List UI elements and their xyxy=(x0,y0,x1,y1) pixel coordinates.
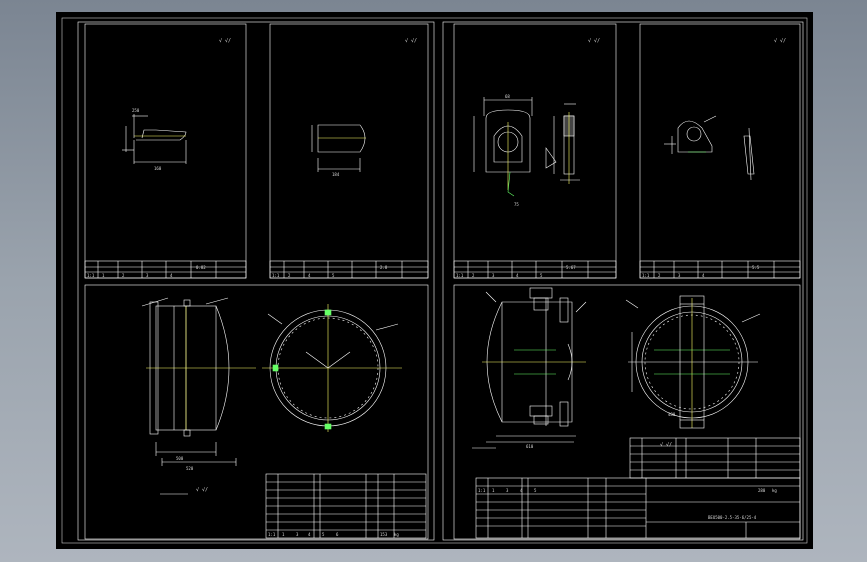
sheet-6-row-2: 3 xyxy=(506,488,509,493)
sheet-4-weight: 5.5 xyxy=(752,265,760,270)
sheet-1-row-0: 1:1 xyxy=(87,273,95,278)
sheet-3-row-4: 5 xyxy=(540,273,543,278)
sheet-5-row-5: 6 xyxy=(336,532,339,537)
sheet-3-row-0: 1:1 xyxy=(456,273,464,278)
sheet-1 xyxy=(84,23,247,279)
sheet-5-row-3: 4 xyxy=(308,532,311,537)
sheet-3-row-3: 4 xyxy=(516,273,519,278)
sheet-6-row-1: 1 xyxy=(492,488,495,493)
sheet-1-row-4: 4 xyxy=(170,273,173,278)
sheet-5 xyxy=(84,284,429,540)
dim-610: 610 xyxy=(526,444,534,449)
outer-frame xyxy=(61,17,808,544)
dim-184: 184 xyxy=(332,172,340,177)
sheet-2-weight: 2.8 xyxy=(380,265,388,270)
sheet-1-scale: √ √/ xyxy=(219,38,231,44)
sheet-5-weight: 153 xyxy=(380,532,388,537)
sheet-2-row-2: 4 xyxy=(308,273,311,278)
sheet-6-scale: √ √/ xyxy=(660,442,672,448)
dim-68: 68 xyxy=(505,94,510,99)
sheet-2-row-3: 5 xyxy=(332,273,335,278)
sheet-1-row-3: 3 xyxy=(146,273,149,278)
sheet-6-row-0: 1:1 xyxy=(478,488,486,493)
left-sheet-frame xyxy=(77,21,435,541)
dim-250: 250 xyxy=(132,108,140,113)
cad-drawing: √ √/ √ √/ √ √/ √ √/ 250 160 184 68 480 5… xyxy=(61,17,808,544)
sheet-1-weight: 0.82 xyxy=(196,265,206,270)
sheet-1-row-1: 1 xyxy=(102,273,105,278)
sheet-4-row-1: 2 xyxy=(658,273,661,278)
sheet-3 xyxy=(453,23,617,279)
sheet-2 xyxy=(269,23,429,279)
sheet-6-title: BEU500-2.5-35-6/25-4 xyxy=(708,515,757,520)
sheet-3-scale: √ √/ xyxy=(588,38,600,44)
dim-500: 500 xyxy=(176,456,184,461)
sheet-5-row-1: 1 xyxy=(282,532,285,537)
sheet-6 xyxy=(453,284,801,540)
sheet-4-row-0: 1:1 xyxy=(642,273,650,278)
sheet-5-row-4: 5 xyxy=(322,532,325,537)
drawing-canvas[interactable]: √ √/ √ √/ √ √/ √ √/ 250 160 184 68 480 5… xyxy=(56,12,813,549)
sheet-2-row-1: 2 xyxy=(288,273,291,278)
sheet-6-unit: kg xyxy=(772,488,777,493)
sheet-1-row-2: 2 xyxy=(122,273,125,278)
sheet-5-row-2: 3 xyxy=(296,532,299,537)
sheet-5-row-0: 1:1 xyxy=(268,532,276,537)
sheet-3-weight: 5.67 xyxy=(566,265,576,270)
sheet-6-row-4: 5 xyxy=(534,488,537,493)
sheet-5-unit: kg xyxy=(394,532,399,537)
sheet-4 xyxy=(639,23,801,279)
dim-160: 160 xyxy=(154,166,162,171)
dim-75: 75 xyxy=(514,202,519,207)
sheet-6-weight: 280 xyxy=(758,488,766,493)
sheet-3-row-2: 3 xyxy=(492,273,495,278)
sheet-2-scale: √ √/ xyxy=(405,38,417,44)
dim-520: 520 xyxy=(186,466,194,471)
sheet-4-row-2: 3 xyxy=(678,273,681,278)
dim-480: 480 xyxy=(668,412,676,417)
sheet-2-row-0: 1:1 xyxy=(272,273,280,278)
sheet-5-scale: √ √/ xyxy=(196,487,208,493)
sheet-4-scale: √ √/ xyxy=(774,38,786,44)
sheet-6-row-3: 4 xyxy=(520,488,523,493)
sheet-3-row-1: 2 xyxy=(472,273,475,278)
sheet-4-row-3: 4 xyxy=(702,273,705,278)
